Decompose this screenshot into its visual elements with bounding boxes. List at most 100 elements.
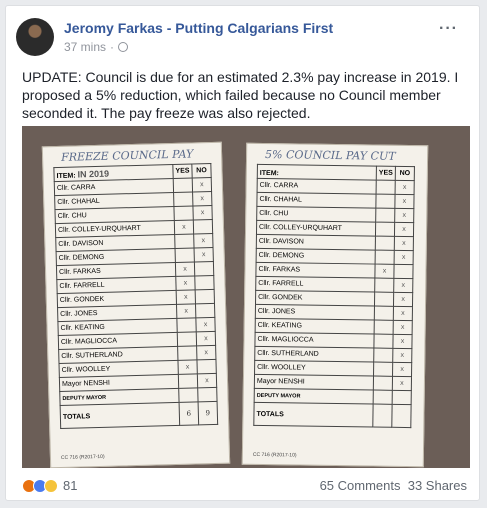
shares-link[interactable]: 33 Shares bbox=[408, 478, 467, 493]
no-mark: x bbox=[194, 247, 214, 262]
yes-mark bbox=[375, 236, 395, 251]
no-mark: x bbox=[393, 292, 413, 307]
yes-mark: x bbox=[176, 303, 196, 319]
vote-sheet-freeze: FREEZE COUNCIL PAY ITEM: IN 2019 YES NO … bbox=[41, 141, 231, 468]
form-number: CC 716 (R2017-10) bbox=[252, 451, 297, 459]
no-mark bbox=[196, 359, 217, 374]
separator-dot: · bbox=[110, 40, 115, 54]
yes-mark bbox=[177, 345, 197, 361]
yes-mark bbox=[375, 208, 395, 223]
no-mark bbox=[194, 261, 214, 276]
no-mark: x bbox=[197, 373, 217, 388]
yes-mark: x bbox=[175, 275, 196, 291]
yes-mark bbox=[375, 194, 396, 209]
no-mark: x bbox=[394, 250, 414, 265]
no-mark: x bbox=[196, 331, 216, 346]
yes-mark bbox=[173, 177, 193, 193]
yes-mark bbox=[373, 362, 393, 377]
no-mark: x bbox=[193, 233, 214, 248]
yes-mark bbox=[175, 247, 195, 263]
post-footer: 81 65 Comments 33 Shares bbox=[22, 476, 467, 496]
no-mark: x bbox=[392, 376, 412, 391]
no-mark: x bbox=[394, 222, 414, 237]
globe-icon[interactable] bbox=[118, 42, 129, 52]
no-mark: x bbox=[392, 362, 412, 377]
vote-table: ITEM: IN 2019 YES NO Cllr. CARRA x Cllr. C… bbox=[53, 163, 218, 429]
yes-mark: x bbox=[176, 289, 196, 305]
yes-mark bbox=[374, 292, 394, 307]
no-mark: x bbox=[394, 236, 414, 251]
yes-mark: x bbox=[374, 264, 395, 279]
yes-mark bbox=[373, 376, 393, 391]
author-name-link[interactable]: Jeromy Farkas - Putting Calgarians First bbox=[64, 20, 333, 36]
no-mark bbox=[393, 264, 414, 279]
no-mark: x bbox=[192, 205, 213, 220]
no-mark: x bbox=[392, 348, 412, 363]
total-yes: 6 bbox=[179, 401, 199, 426]
yes-mark bbox=[373, 348, 393, 363]
post-header: Jeromy Farkas - Putting Calgarians First… bbox=[16, 18, 466, 58]
no-header: NO bbox=[191, 163, 212, 178]
yes-mark: x bbox=[174, 219, 194, 235]
no-mark: x bbox=[394, 194, 415, 209]
yes-header: YES bbox=[376, 166, 396, 181]
engagement-stats: 65 Comments 33 Shares bbox=[320, 478, 467, 493]
author-avatar[interactable] bbox=[16, 18, 54, 56]
reactions-summary[interactable]: 81 bbox=[22, 478, 77, 493]
no-header: NO bbox=[395, 166, 415, 181]
no-mark: x bbox=[192, 191, 212, 206]
yes-mark bbox=[374, 320, 394, 335]
yes-mark bbox=[374, 278, 394, 293]
yes-mark bbox=[174, 233, 195, 249]
yes-mark bbox=[375, 222, 395, 237]
no-mark bbox=[195, 289, 215, 304]
yes-mark bbox=[173, 205, 194, 221]
total-yes bbox=[372, 404, 393, 428]
post-photo[interactable]: FREEZE COUNCIL PAY ITEM: IN 2019 YES NO … bbox=[22, 126, 470, 468]
vote-sheet-pay-cut: 5% COUNCIL PAY CUT ITEM: YES NO Cllr. CA… bbox=[241, 142, 429, 468]
handwritten-title: 5% COUNCIL PAY CUT bbox=[265, 148, 396, 163]
more-options-icon[interactable]: ··· bbox=[439, 20, 458, 38]
form-number: CC 716 (R2017-10) bbox=[60, 453, 105, 462]
comments-link[interactable]: 65 Comments bbox=[320, 478, 401, 493]
handwritten-title: FREEZE COUNCIL PAY bbox=[60, 147, 194, 164]
no-mark bbox=[194, 275, 215, 290]
yes-mark bbox=[373, 334, 394, 349]
no-mark: x bbox=[395, 180, 415, 195]
yes-mark bbox=[178, 373, 198, 389]
total-no bbox=[391, 404, 412, 428]
wow-icon bbox=[44, 478, 58, 493]
yes-mark bbox=[376, 180, 396, 195]
no-mark bbox=[193, 219, 213, 234]
total-no: 9 bbox=[198, 401, 218, 425]
yes-mark bbox=[173, 191, 193, 207]
no-mark: x bbox=[392, 334, 413, 349]
vote-table: ITEM: YES NO Cllr. CARRA x Cllr. CHAHAL x Cl… bbox=[253, 164, 415, 428]
reaction-count[interactable]: 81 bbox=[63, 478, 77, 493]
no-mark: x bbox=[393, 278, 413, 293]
no-mark: x bbox=[394, 208, 414, 223]
no-mark: x bbox=[196, 345, 216, 360]
yes-mark: x bbox=[175, 261, 195, 277]
totals-label: TOTALS bbox=[60, 402, 180, 429]
yes-mark: x bbox=[177, 359, 198, 375]
post-timestamp[interactable]: 37 mins bbox=[64, 40, 106, 54]
no-mark bbox=[197, 387, 218, 402]
no-mark: x bbox=[393, 306, 413, 321]
post-meta: 37 mins · bbox=[64, 40, 129, 54]
no-mark bbox=[195, 303, 215, 318]
post-body-text: UPDATE: Council is due for an estimated … bbox=[22, 69, 459, 121]
no-mark bbox=[392, 390, 412, 405]
facebook-post-card: Jeromy Farkas - Putting Calgarians First… bbox=[5, 5, 480, 501]
yes-mark bbox=[375, 250, 395, 265]
yes-mark bbox=[176, 317, 197, 333]
yes-mark bbox=[374, 306, 394, 321]
no-mark: x bbox=[192, 177, 212, 192]
no-mark: x bbox=[195, 317, 216, 332]
yes-mark bbox=[178, 387, 199, 403]
yes-mark bbox=[373, 390, 393, 405]
yes-mark bbox=[177, 331, 197, 347]
totals-label: TOTALS bbox=[253, 402, 374, 428]
yes-header: YES bbox=[172, 163, 193, 179]
no-mark: x bbox=[393, 320, 413, 335]
